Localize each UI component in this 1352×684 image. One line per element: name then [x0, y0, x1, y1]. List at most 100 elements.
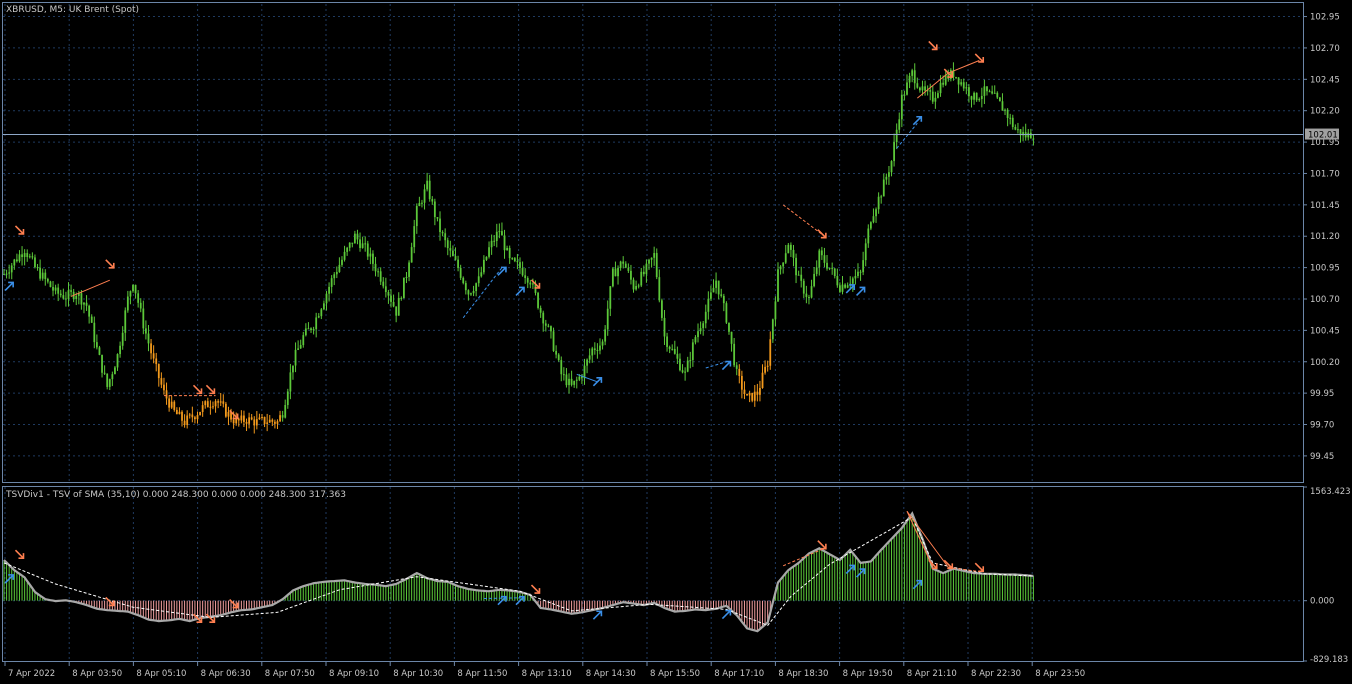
arrow-shaft: [14, 225, 25, 235]
candle-body: [630, 270, 632, 280]
candle-body: [655, 253, 658, 278]
price-tick-label: 102.20: [1310, 107, 1340, 117]
candle-body: [722, 295, 725, 304]
candle-body: [21, 254, 23, 257]
candle-body: [191, 414, 194, 418]
candle-body: [779, 266, 782, 270]
candle-body: [395, 306, 398, 316]
candle-body: [797, 274, 800, 276]
candle-body: [289, 372, 292, 392]
candle-body: [410, 247, 413, 263]
candle-body: [85, 302, 88, 306]
price-tick-label: 100.70: [1310, 295, 1340, 305]
price-tick-label: 102.45: [1310, 75, 1340, 85]
candle-body: [968, 87, 970, 97]
candle-body: [253, 419, 256, 426]
candle-body: [46, 278, 49, 282]
bear-divergence-line: [782, 204, 825, 237]
candle-body: [250, 417, 253, 420]
candle-body: [751, 392, 754, 401]
arrow-shaft: [105, 259, 115, 269]
candle-body: [691, 342, 694, 360]
candle-body: [88, 305, 91, 317]
candle-body: [351, 242, 354, 244]
candle-body: [258, 417, 261, 420]
candle-body: [431, 199, 434, 202]
candle-body: [212, 406, 214, 408]
candle-body: [960, 82, 963, 85]
candle-body: [882, 179, 885, 197]
candle-body: [648, 259, 650, 264]
arrow-shaft: [4, 281, 14, 291]
candle-body: [934, 97, 937, 102]
candle-body: [593, 348, 596, 350]
candle-body: [142, 308, 145, 329]
divergence-lines: [70, 60, 980, 600]
price-tick-label: 99.95: [1310, 389, 1334, 399]
arrow-shaft: [592, 610, 602, 620]
candle-body: [5, 273, 8, 275]
candle-body: [637, 285, 640, 287]
candle-body: [384, 286, 387, 293]
candle-body: [310, 328, 312, 331]
candle-body: [661, 300, 663, 318]
candle-body: [1006, 109, 1009, 119]
candle-body: [1001, 101, 1004, 111]
candle-body: [390, 295, 392, 302]
candle-body: [116, 354, 119, 368]
candle-body: [588, 355, 591, 360]
candle-body: [178, 411, 181, 415]
bear-divergence-line: [948, 60, 980, 74]
candle-body: [911, 70, 914, 76]
candle-body: [224, 403, 227, 417]
candle-body: [168, 398, 171, 408]
time-tick-label: 8 Apr 18:30: [778, 669, 828, 679]
candle-body: [126, 296, 129, 311]
candle-body: [114, 367, 116, 375]
candle-body: [753, 391, 756, 401]
candle-body: [268, 419, 271, 423]
candle-body: [495, 231, 498, 242]
time-axis: 7 Apr 2022 8 Apr 03:50 8 Apr 05:10 8 Apr 06…: [4, 662, 1085, 679]
candle-body: [80, 293, 83, 305]
candle-body: [702, 323, 705, 329]
candle-body: [857, 271, 859, 277]
candle-body: [591, 348, 594, 356]
candle-body: [748, 392, 751, 396]
candle-body: [903, 94, 906, 96]
candle-body: [759, 387, 761, 395]
candle-body: [555, 350, 558, 355]
candle-body: [526, 278, 529, 283]
candle-body: [810, 286, 813, 298]
candle-body: [841, 284, 844, 292]
candle-body: [343, 251, 346, 260]
candle-body: [52, 286, 54, 291]
candle-body: [552, 331, 555, 351]
trading-chart[interactable]: 102.95102.70102.45102.20101.95101.70101.…: [0, 0, 1352, 684]
candle-body: [537, 292, 539, 308]
candle-body: [864, 243, 867, 261]
candle-body: [725, 303, 728, 323]
candle-body: [826, 262, 828, 269]
candle-body: [957, 77, 960, 85]
candle-body: [624, 263, 627, 268]
candle-body: [446, 240, 449, 249]
candle-body: [57, 287, 60, 294]
candle-body: [606, 308, 609, 330]
candle-body: [795, 257, 797, 276]
candle-body: [921, 86, 924, 91]
candle-body: [323, 303, 325, 310]
candle-body: [1027, 132, 1030, 138]
candle-body: [586, 359, 588, 366]
candle-body: [467, 290, 470, 295]
candle-body: [676, 353, 679, 359]
candle-body: [839, 285, 841, 292]
candle-body: [328, 286, 330, 294]
candle-body: [261, 416, 263, 418]
candle-body: [983, 86, 986, 96]
candle-body: [836, 276, 839, 286]
candle-body: [800, 274, 803, 281]
candle-body: [480, 272, 483, 277]
candle-body: [235, 418, 238, 424]
candle-body: [23, 253, 26, 257]
